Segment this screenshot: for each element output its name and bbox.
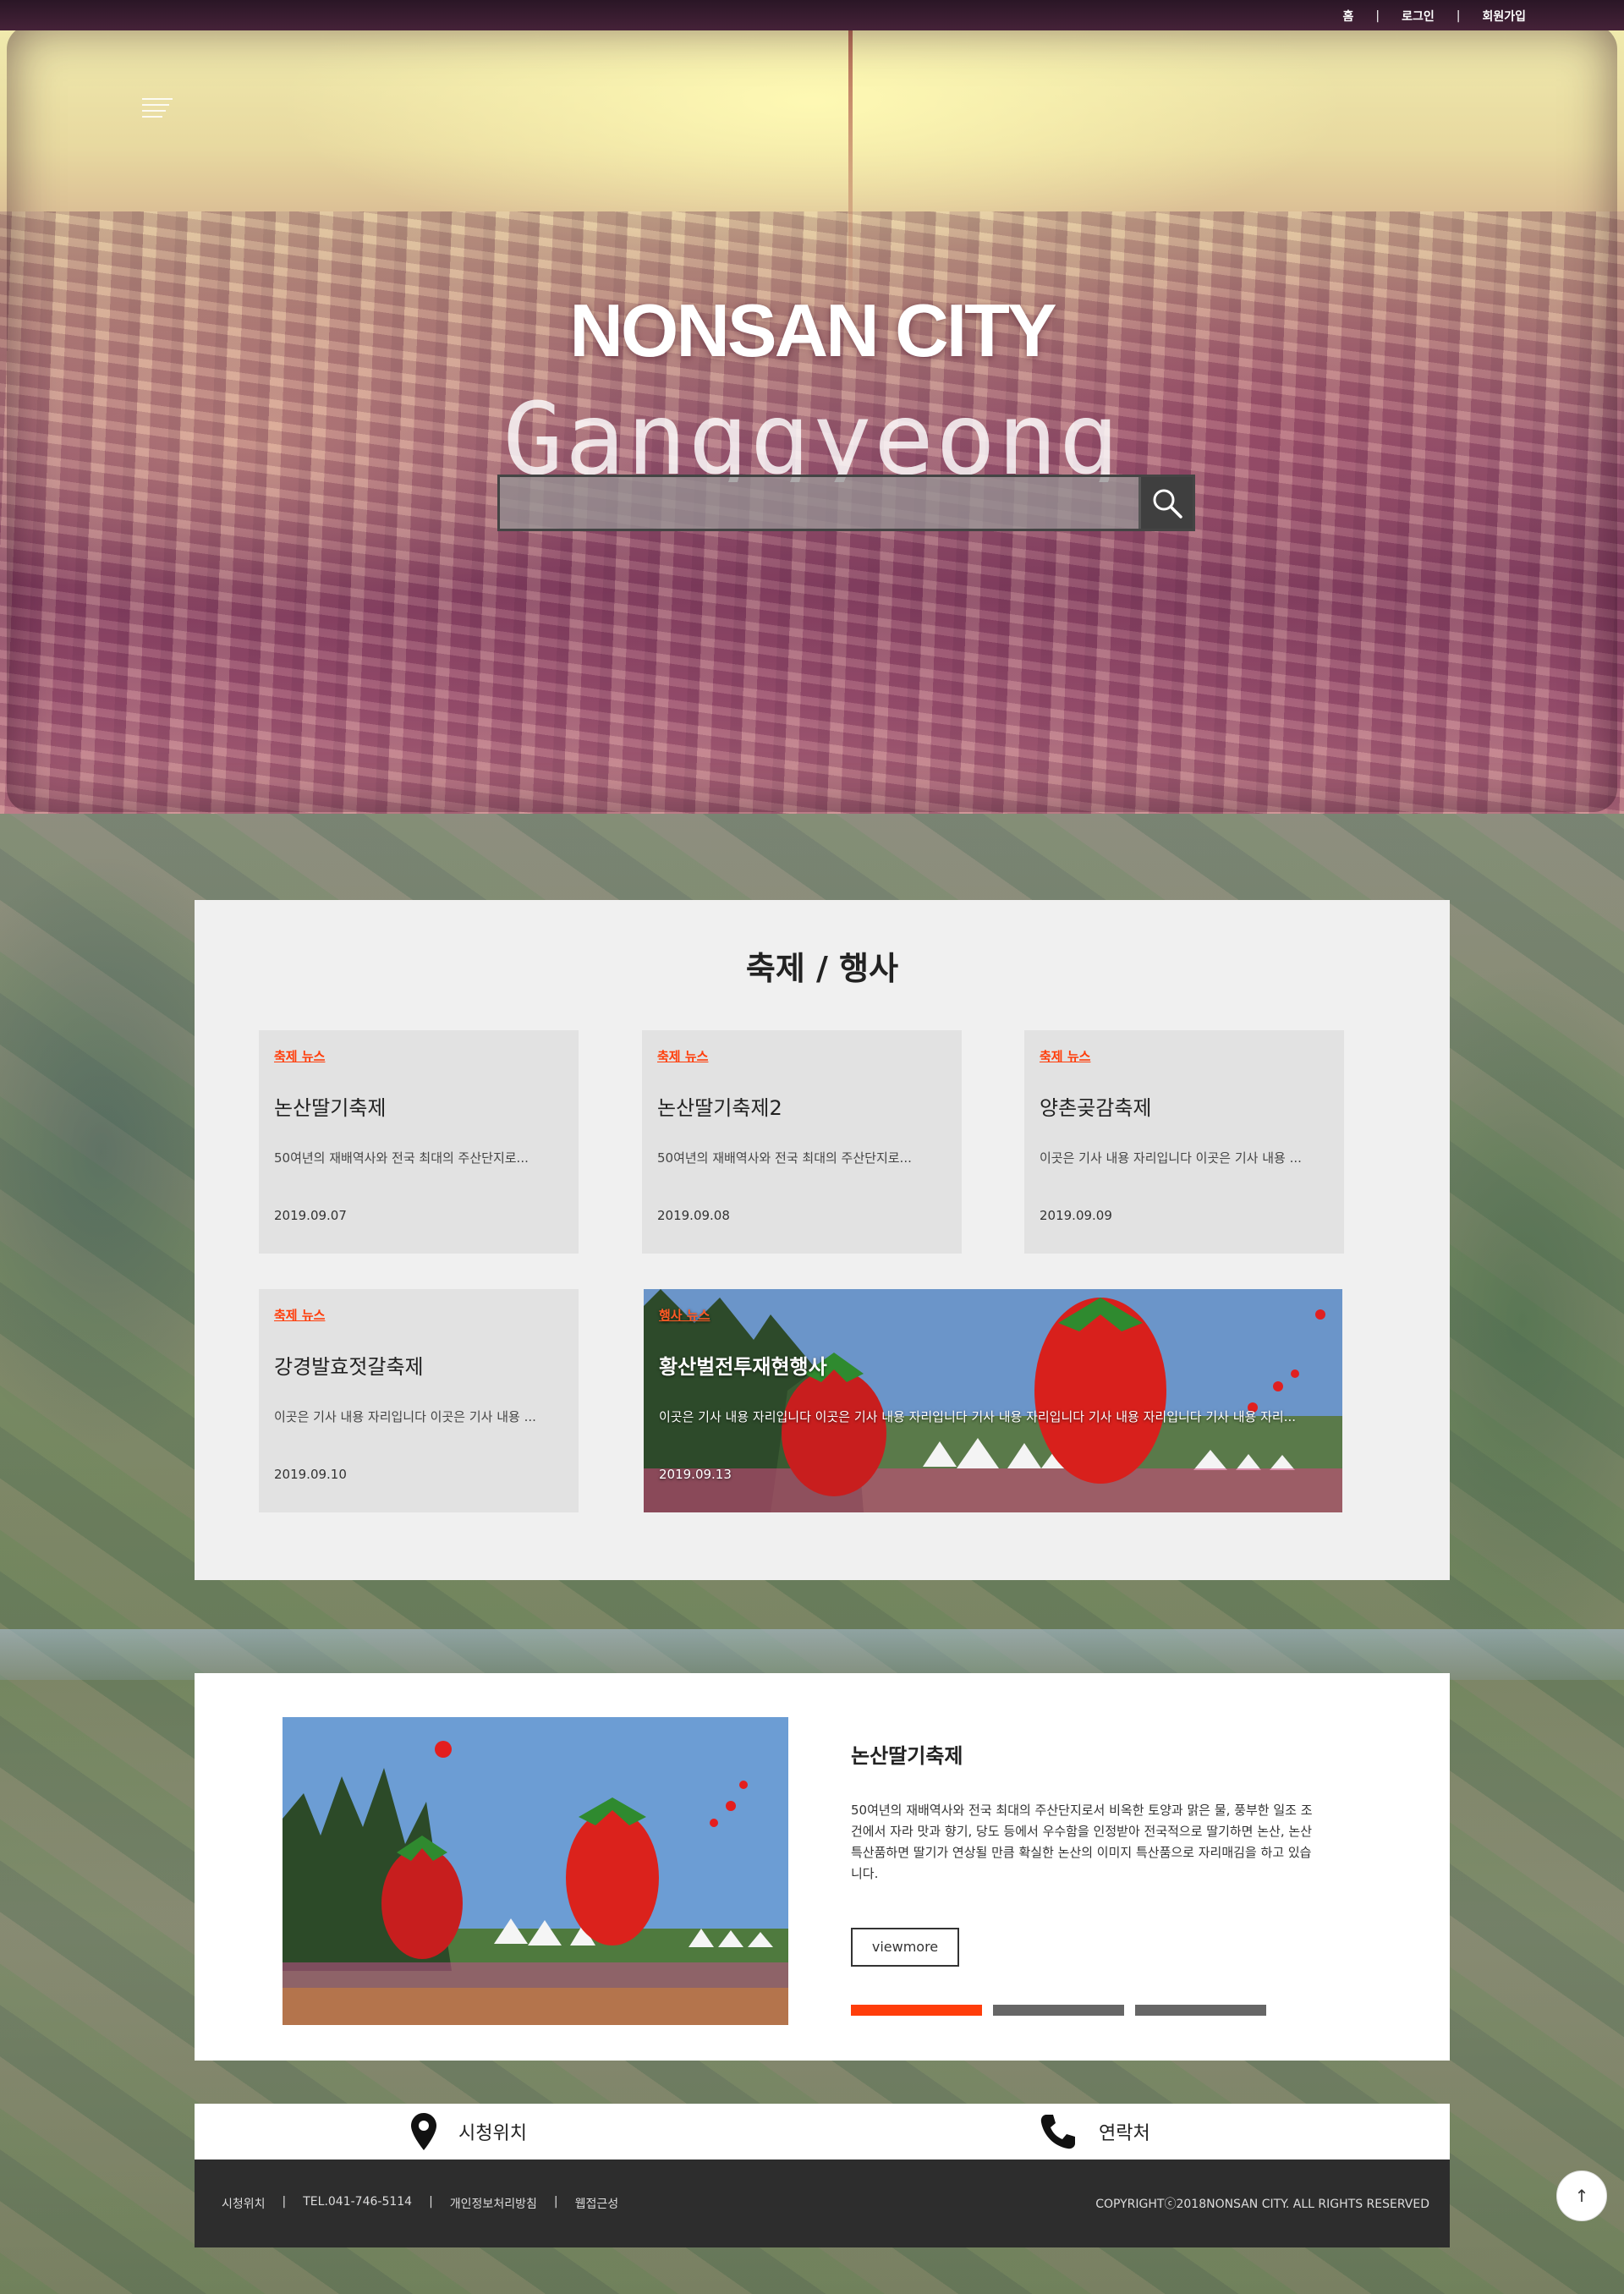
copyright: COPYRIGHTⓒ2018NONSAN CITY. ALL RIGHTS RE… [1095, 2198, 1429, 2211]
strawberry-festival-image [644, 1289, 1342, 1512]
nav-login-link[interactable]: 로그인 [1402, 8, 1435, 25]
footer: 시청위치 | TEL.041-746-5114 | 개인정보처리방침 | 웹접근… [195, 2160, 1450, 2247]
footer-separator: | [553, 2195, 558, 2209]
contact-label: 연락처 [1099, 2123, 1150, 2144]
location-label: 시청위치 [458, 2123, 527, 2144]
card-category[interactable]: 축제 뉴스 [274, 1047, 325, 1065]
card-title: 논산딸기축제2 [657, 1096, 782, 1120]
search-icon [1153, 489, 1182, 519]
search-input[interactable] [500, 477, 1138, 529]
nav-home-link[interactable]: 홈 [1343, 8, 1354, 25]
card-date: 2019.09.08 [657, 1208, 730, 1223]
card-category[interactable]: 축제 뉴스 [274, 1306, 325, 1324]
footer-link-location[interactable]: 시청위치 [222, 2195, 266, 2212]
footer-links: 시청위치 | TEL.041-746-5114 | 개인정보처리방침 | 웹접근… [222, 2195, 618, 2212]
card-title: 논산딸기축제 [274, 1096, 387, 1120]
slide-indicator[interactable] [851, 2005, 982, 2016]
featured-desc: 50여년의 재배역사와 전국 최대의 주산단지로서 비옥한 토양과 맑은 물, … [851, 1803, 1313, 1881]
card-category[interactable]: 축제 뉴스 [657, 1047, 708, 1065]
background-band [0, 1629, 1624, 1680]
city-hall-location-link[interactable]: 시청위치 [411, 2104, 527, 2160]
footer-link-tel[interactable]: TEL.041-746-5114 [303, 2195, 412, 2212]
top-nav: 홈 | 로그인 | 회원가입 [1343, 8, 1527, 25]
card-date: 2019.09.07 [274, 1208, 347, 1223]
featured-image [283, 1717, 788, 2025]
slide-indicator[interactable] [1135, 2005, 1266, 2016]
card-title: 강경발효젓갈축제 [274, 1355, 424, 1379]
card-category[interactable]: 행사 뉴스 [659, 1306, 710, 1324]
phone-icon [1040, 2115, 1075, 2149]
card-title: 황산벌전투재현행사 [659, 1355, 827, 1379]
card-date: 2019.09.09 [1040, 1208, 1112, 1223]
nav-separator: | [1375, 9, 1380, 23]
news-card[interactable]: 축제 뉴스 논산딸기축제 50여년의 재배역사와 전국 최대의 주산단지로...… [259, 1030, 579, 1254]
contact-link[interactable]: 연락처 [1040, 2104, 1150, 2160]
strawberry-photo [283, 1717, 788, 2025]
news-card[interactable]: 축제 뉴스 양촌곶감축제 이곳은 기사 내용 자리입니다 이곳은 기사 내용 .… [1024, 1030, 1344, 1254]
search-bar [497, 475, 1195, 531]
featured-section: 논산딸기축제 50여년의 재배역사와 전국 최대의 주산단지로서 비옥한 토양과… [195, 1673, 1450, 2061]
festival-section: 축제 / 행사 축제 뉴스 논산딸기축제 50여년의 재배역사와 전국 최대의 … [195, 900, 1450, 1580]
slide-indicator[interactable] [993, 2005, 1124, 2016]
featured-title: 논산딸기축제 [851, 1744, 963, 1768]
nav-separator: | [1456, 9, 1461, 23]
card-date: 2019.09.10 [274, 1467, 347, 1482]
viewmore-button[interactable]: viewmore [851, 1928, 959, 1967]
arrow-up-icon: ↑ [1574, 2186, 1589, 2206]
footer-separator: | [429, 2195, 433, 2209]
card-date: 2019.09.13 [659, 1467, 732, 1482]
nav-signup-link[interactable]: 회원가입 [1482, 8, 1526, 25]
footer-separator: | [282, 2195, 287, 2209]
festival-title: 축제 / 행사 [745, 950, 899, 987]
card-desc: 50여년의 재배역사와 전국 최대의 주산단지로... [657, 1150, 912, 1166]
search-button[interactable] [1138, 477, 1193, 529]
footer-link-accessibility[interactable]: 웹접근성 [575, 2195, 619, 2212]
footer-link-privacy[interactable]: 개인정보처리방침 [450, 2195, 537, 2212]
menu-icon[interactable] [142, 98, 173, 125]
card-desc: 이곳은 기사 내용 자리입니다 이곳은 기사 내용 ... [274, 1409, 536, 1424]
card-category[interactable]: 축제 뉴스 [1040, 1047, 1090, 1065]
card-desc: 50여년의 재배역사와 전국 최대의 주산단지로... [274, 1150, 529, 1166]
hero-subtitle: Ganggyeong [502, 381, 1122, 482]
scroll-top-button[interactable]: ↑ [1556, 2171, 1607, 2221]
card-desc: 이곳은 기사 내용 자리입니다 이곳은 기사 내용 자리입니다 기사 내용 자리… [659, 1409, 1296, 1424]
top-bar: 홈 | 로그인 | 회원가입 [0, 0, 1624, 30]
info-bar: 시청위치 연락처 [195, 2104, 1450, 2160]
location-pin-icon [411, 2113, 436, 2150]
slide-indicators [851, 2005, 1277, 2016]
hero-title: NONSAN CITY [569, 288, 1056, 372]
card-title: 양촌곶감축제 [1040, 1096, 1152, 1120]
hero-section: NONSAN CITY Ganggyeong [0, 0, 1624, 814]
news-card[interactable]: 축제 뉴스 강경발효젓갈축제 이곳은 기사 내용 자리입니다 이곳은 기사 내용… [259, 1289, 579, 1512]
news-card-featured[interactable]: 행사 뉴스 황산벌전투재현행사 이곳은 기사 내용 자리입니다 이곳은 기사 내… [644, 1289, 1342, 1512]
card-desc: 이곳은 기사 내용 자리입니다 이곳은 기사 내용 ... [1040, 1150, 1302, 1166]
news-card[interactable]: 축제 뉴스 논산딸기축제2 50여년의 재배역사와 전국 최대의 주산단지로..… [642, 1030, 962, 1254]
